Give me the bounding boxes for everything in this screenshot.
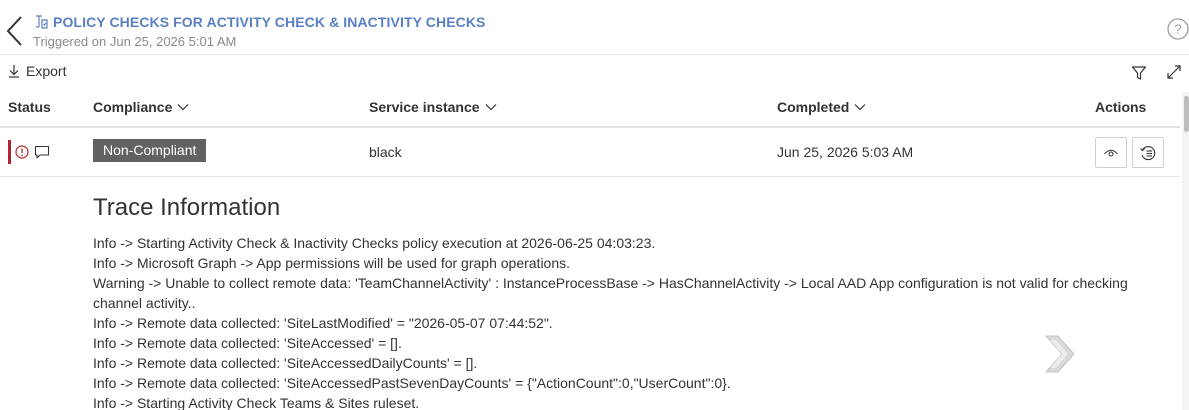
expand-button[interactable] [1166,64,1182,80]
completed-cell: Jun 25, 2026 5:03 AM [777,144,914,160]
comment-icon[interactable] [34,145,50,159]
trace-line: Info -> Remote data collected: 'SiteLast… [93,315,553,331]
page-header: POLICY CHECKS FOR ACTIVITY CHECK & INACT… [0,0,1189,55]
triggered-subtitle: Triggered on Jun 25, 2026 5:01 AM [33,34,237,49]
eye-icon [1104,149,1118,157]
vertical-scrollbar[interactable] [1182,92,1189,410]
trace-line: Info -> Remote data collected: 'SiteAcce… [93,355,478,371]
page: POLICY CHECKS FOR ACTIVITY CHECK & INACT… [0,0,1189,410]
chevron-down-icon [854,104,866,111]
table-row[interactable]: Non-Compliant black Jun 25, 2026 5:03 AM [0,128,1180,177]
export-button[interactable]: Export [8,63,66,79]
history-icon [1140,145,1156,160]
column-service-instance-label: Service instance [369,99,480,115]
download-icon [9,65,19,78]
filter-button[interactable] [1131,65,1147,81]
column-compliance-label: Compliance [93,99,173,115]
help-button[interactable]: ? [1167,18,1189,40]
trace-panel: Trace Information Info -> Starting Activ… [93,193,1178,410]
toolbar: Export [0,56,1189,88]
back-button[interactable] [4,14,26,48]
expand-icon [1167,65,1181,79]
svg-text:?: ? [1174,22,1181,37]
chevron-left-icon [6,16,22,46]
next-arrow-icon [1044,335,1075,373]
trace-line: Info -> Remote data collected: 'SiteAcce… [93,375,731,391]
chevron-down-icon [485,104,496,111]
view-button[interactable] [1095,137,1127,168]
column-status-label: Status [8,99,51,115]
filter-icon [1131,66,1147,80]
trace-line: Warning -> Unable to collect remote data… [93,275,1128,311]
trace-line: Info -> Remote data collected: 'SiteAcce… [93,335,402,351]
column-header-status: Status [8,99,51,115]
table-header: Status Compliance Service instance Compl… [0,90,1180,128]
trace-line: Info -> Microsoft Graph -> App permissio… [93,255,571,271]
trace-title: Trace Information [93,194,281,221]
scrollbar-thumb[interactable] [1184,96,1189,132]
column-header-compliance[interactable]: Compliance [93,99,189,115]
column-header-actions: Actions [1095,99,1146,115]
trace-line: Info -> Starting Activity Check & Inacti… [93,235,656,251]
export-label: Export [26,63,67,79]
column-header-service-instance[interactable]: Service instance [369,99,497,115]
status-indicator-bar [8,140,11,164]
trace-line: Info -> Starting Activity Check Teams & … [93,395,420,410]
column-actions-label: Actions [1095,99,1147,115]
alert-circle-icon [15,145,29,159]
title-block: POLICY CHECKS FOR ACTIVITY CHECK & INACT… [33,12,486,49]
policy-icon [33,14,49,30]
service-instance-cell: black [369,144,402,160]
page-title: POLICY CHECKS FOR ACTIVITY CHECK & INACT… [53,14,486,30]
next-arrow-button[interactable] [1040,332,1078,376]
history-button[interactable] [1132,137,1164,168]
column-header-completed[interactable]: Completed [777,99,866,115]
compliance-status-badge: Non-Compliant [93,139,207,162]
chevron-down-icon [177,104,189,111]
help-icon: ? [1167,18,1189,40]
column-completed-label: Completed [777,99,850,115]
